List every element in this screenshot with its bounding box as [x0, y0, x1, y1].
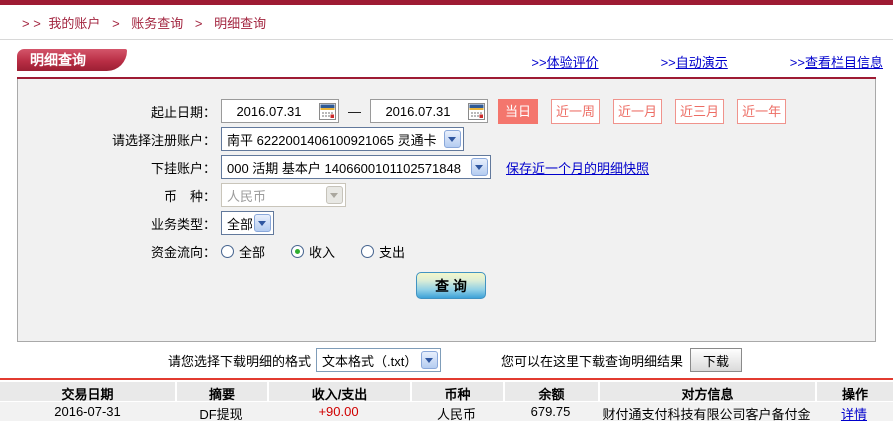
business-type-select[interactable]: 全部: [221, 211, 274, 235]
tab-detail-query[interactable]: 明细查询: [17, 49, 127, 71]
column-header-balance: 余额: [503, 382, 598, 401]
business-type-label: 业务类型：: [18, 214, 221, 233]
breadcrumb-item-detail-query[interactable]: 明细查询: [214, 16, 266, 31]
chevron-down-icon: [444, 130, 461, 148]
calendar-icon[interactable]: [468, 103, 485, 120]
results-table: 交易日期 摘要 收入/支出 币种 余额 对方信息 操作 2016-07-31 D…: [0, 382, 893, 421]
calendar-icon[interactable]: [319, 103, 336, 120]
header-links: >>体验评价 >>自动演示 >>查看栏目信息: [531, 52, 883, 71]
chevron-down-icon: [254, 214, 271, 232]
query-form-panel: 起止日期： —: [17, 79, 876, 342]
start-date-input[interactable]: [223, 104, 315, 119]
sub-account-row: 下挂账户： 000 活期 基本户 1406600101102571848 保存近…: [18, 153, 875, 181]
sub-account-select[interactable]: 000 活期 基本户 1406600101102571848: [221, 155, 491, 179]
column-header-action: 操作: [815, 382, 893, 401]
column-header-date: 交易日期: [0, 382, 175, 401]
fund-flow-option-expense[interactable]: 支出: [361, 242, 405, 261]
table-row: 2016-07-31 DF提现 +90.00 人民币 679.75 财付通支付科…: [0, 402, 893, 421]
fund-flow-row: 资金流向： 全部 收入 支出: [18, 237, 875, 265]
query-button[interactable]: 查 询: [416, 272, 486, 299]
date-range-separator: —: [348, 104, 361, 119]
breadcrumb-item-my-account[interactable]: 我的账户: [48, 16, 100, 31]
quick-range-week-button[interactable]: 近一周: [551, 99, 600, 124]
chevron-down-icon: [471, 158, 488, 176]
chevron-down-icon: [421, 351, 438, 369]
currency-row: 币 种： 人民币: [18, 181, 875, 209]
cell-action: 详情: [815, 402, 893, 421]
quick-range-month-button[interactable]: 近一月: [613, 99, 662, 124]
date-range-label: 起止日期：: [18, 102, 221, 121]
fund-flow-option-income[interactable]: 收入: [291, 242, 335, 261]
radio-button[interactable]: [221, 245, 234, 258]
cell-balance: 679.75: [503, 402, 598, 421]
breadcrumb-item-account-query[interactable]: 账务查询: [131, 16, 183, 31]
cell-amount: +90.00: [267, 402, 410, 421]
column-header-summary: 摘要: [175, 382, 267, 401]
download-result-label: 您可以在这里下载查询明细结果: [501, 351, 683, 370]
tab-row: 明细查询 >>体验评价 >>自动演示 >>查看栏目信息: [0, 46, 893, 77]
radio-button[interactable]: [291, 245, 304, 258]
breadcrumb-separator: >: [112, 16, 120, 31]
cell-summary: DF提现: [175, 402, 267, 421]
fund-flow-label: 资金流向：: [18, 242, 221, 261]
register-account-select[interactable]: 南平 6222001406100921065 灵通卡: [221, 127, 464, 151]
column-header-counterparty: 对方信息: [598, 382, 815, 401]
cell-counterparty: 财付通支付科技有限公司客户备付金: [598, 402, 815, 421]
chevron-down-icon: [326, 186, 343, 204]
link-view-column-info[interactable]: >>查看栏目信息: [790, 52, 883, 71]
currency-label: 币 种：: [18, 186, 221, 205]
column-header-amount: 收入/支出: [267, 382, 410, 401]
cell-date: 2016-07-31: [0, 402, 175, 421]
start-date-field[interactable]: [221, 99, 339, 123]
fund-flow-option-all[interactable]: 全部: [221, 242, 265, 261]
column-header-currency: 币种: [410, 382, 503, 401]
date-range-row: 起止日期： —: [18, 97, 875, 125]
table-header-row: 交易日期 摘要 收入/支出 币种 余额 对方信息 操作: [0, 382, 893, 401]
register-account-row: 请选择注册账户： 南平 6222001406100921065 灵通卡: [18, 125, 875, 153]
business-type-row: 业务类型： 全部: [18, 209, 875, 237]
sub-account-label: 下挂账户：: [18, 158, 221, 177]
cell-currency: 人民币: [410, 402, 503, 421]
download-format-label: 请您选择下载明细的格式: [168, 351, 311, 370]
detail-link[interactable]: 详情: [841, 407, 867, 422]
quick-range-3months-button[interactable]: 近三月: [675, 99, 724, 124]
table-top-rule: [0, 378, 893, 380]
breadcrumb-prefix: > >: [22, 16, 41, 31]
link-experience-rating[interactable]: >>体验评价: [531, 52, 598, 71]
download-button[interactable]: 下载: [690, 348, 742, 372]
end-date-field[interactable]: [370, 99, 488, 123]
radio-button[interactable]: [361, 245, 374, 258]
quick-range-today-button[interactable]: 当日: [498, 99, 538, 124]
quick-range-year-button[interactable]: 近一年: [737, 99, 786, 124]
download-format-select[interactable]: 文本格式（.txt）: [316, 348, 441, 372]
currency-select: 人民币: [221, 183, 346, 207]
link-auto-demo[interactable]: >>自动演示: [661, 52, 728, 71]
end-date-input[interactable]: [372, 104, 464, 119]
breadcrumb-separator: >: [195, 16, 203, 31]
save-snapshot-link[interactable]: 保存近一个月的明细快照: [506, 158, 649, 177]
download-row: 请您选择下载明细的格式 文本格式（.txt） 您可以在这里下载查询明细结果 下载: [168, 342, 893, 378]
breadcrumb: > > 我的账户 > 账务查询 > 明细查询: [0, 5, 893, 40]
register-account-label: 请选择注册账户：: [18, 130, 221, 149]
